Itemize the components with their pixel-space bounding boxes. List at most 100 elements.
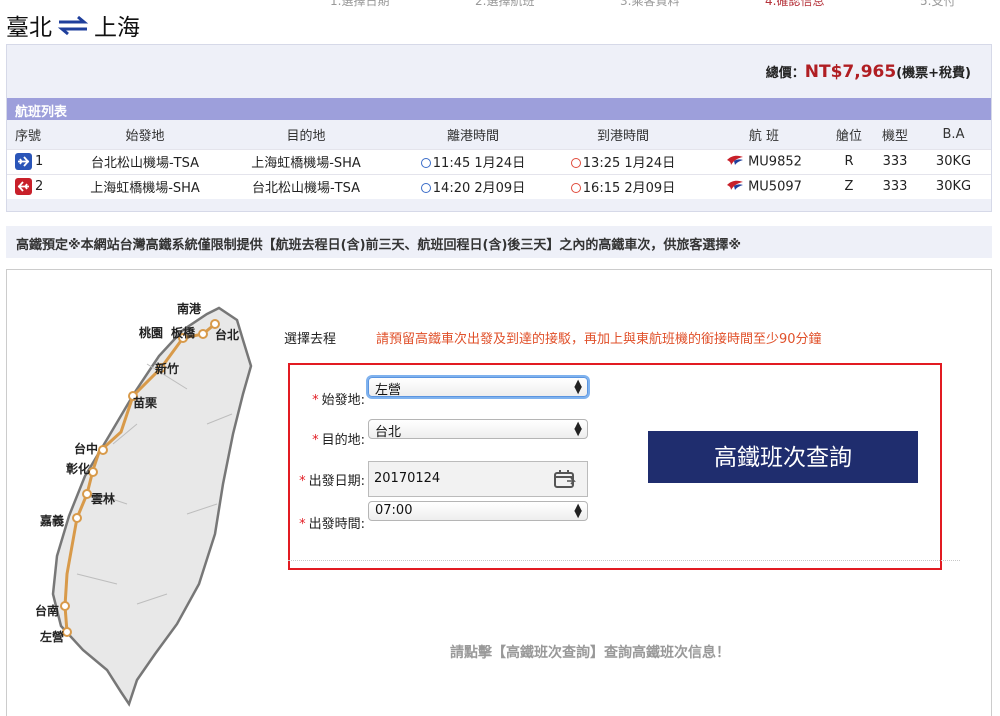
table-row: 1 台北松山機場-TSA 上海虹橋機場-SHA 11:45 1月24日 13:2… (7, 148, 991, 174)
time-select[interactable]: 07:00 ▲ ▼ (368, 501, 588, 521)
total-label: 總價： (765, 66, 805, 81)
flight-cell: MU5097 (704, 173, 824, 199)
station-changhua: 彰化 (66, 462, 91, 476)
dep-time: 14:20 2月09日 (432, 181, 526, 197)
flight-table-header: 序號 始發地 目的地 離港時間 到港時間 航 班 艙位 機型 B.A (7, 120, 991, 149)
total-amount: NT$7,965 (804, 62, 897, 82)
step-1: 1.選擇日期 (330, 0, 390, 8)
hsr-search-form: * 始發地: 左營 ▲ ▼ * 目的地: 台北 ▲ ▼ * 出發日期: 20170124 (288, 363, 942, 570)
arr-cell: 16:15 2月09日 (542, 173, 704, 199)
col-baggage: B.A (916, 120, 991, 149)
taiwan-hsr-map: 南港 台北 桃園 板橋 新竹 苗栗 台中 彰化 雲林 嘉義 台南 左營 (35, 294, 282, 714)
updown-arrows-icon: ▲ ▼ (574, 378, 582, 396)
step-5: 5.支付 (920, 0, 956, 8)
route-to: 上海 (94, 15, 140, 41)
clock-icon (570, 182, 581, 193)
return-plane-icon (15, 178, 32, 196)
col-arr: 到港時間 (542, 120, 704, 149)
station-taoyuan: 桃園 (139, 326, 164, 340)
airline-logo-icon (726, 179, 744, 195)
dep-cell: 14:20 2月09日 (404, 173, 542, 199)
booking-steps: 1.選擇日期 2.選擇航班 3.乘客資料 4.確認信息 5.支付 (330, 0, 990, 8)
station-zuoying: 左營 (40, 630, 65, 644)
seq-cell: 2 (7, 173, 82, 199)
hsr-panel: 南港 台北 桃園 板橋 新竹 苗栗 台中 彰化 雲林 嘉義 台南 左營 選擇去程… (6, 269, 992, 716)
cabin-cell: Z (824, 173, 874, 199)
step-2: 2.選擇航班 (475, 0, 535, 8)
station-nangang: 南港 (177, 302, 202, 316)
flight-cell: MU9852 (704, 148, 824, 174)
route-title: 臺北 上海 (6, 8, 140, 42)
cabin-cell: R (824, 148, 874, 174)
hsr-notice: 高鐵預定※本網站台灣高鐵系統僅限制提供【航班去程日(含)前三天、航班回程日(含)… (6, 226, 992, 258)
total-price: 總價：NT$7,965(機票+稅費) (766, 62, 971, 82)
table-row: 2 上海虹橋機場-SHA 台北松山機場-TSA 14:20 2月09日 16:1… (7, 173, 991, 199)
seq-number: 1 (35, 154, 44, 169)
step-3: 3.乘客資料 (620, 0, 680, 8)
to-cell: 上海虹橋機場-SHA (208, 148, 404, 174)
baggage-cell: 30KG (916, 148, 991, 174)
dep-time: 11:45 1月24日 (432, 156, 526, 171)
airline-logo-icon (726, 154, 744, 170)
origin-select[interactable]: 左營 ▲ ▼ (368, 377, 588, 398)
aircraft-cell: 333 (874, 148, 916, 174)
seq-number: 2 (35, 179, 44, 195)
origin-value: 左營 (375, 383, 402, 398)
dest-value: 台北 (375, 425, 402, 440)
swap-arrows-icon (56, 14, 90, 36)
seq-cell: 1 (7, 148, 82, 174)
col-dep: 離港時間 (404, 120, 542, 149)
station-tainan: 台南 (35, 604, 60, 618)
date-input[interactable]: 20170124 (368, 461, 588, 497)
route-from: 臺北 (6, 15, 52, 41)
updown-arrows-icon: ▲ ▼ (574, 502, 582, 520)
step-4: 4.確認信息 (765, 0, 825, 8)
flight-number: MU9852 (748, 154, 802, 169)
updown-arrows-icon: ▲ ▼ (574, 420, 582, 438)
to-cell: 台北松山機場-TSA (208, 173, 404, 199)
clock-icon (420, 157, 431, 168)
station-hsinchu: 新竹 (155, 362, 180, 376)
col-flight: 航 班 (704, 120, 824, 149)
time-value: 07:00 (375, 503, 413, 518)
flight-number: MU5097 (748, 179, 802, 195)
arr-time: 16:15 2月09日 (582, 181, 676, 197)
col-to: 目的地 (208, 120, 404, 149)
arr-time: 13:25 1月24日 (582, 156, 676, 171)
station-banqiao: 板橋 (171, 326, 196, 340)
time-label: * 出發時間: (299, 517, 365, 532)
station-chiayi: 嘉義 (40, 514, 65, 528)
baggage-cell: 30KG (916, 173, 991, 199)
from-cell: 上海虹橋機場-SHA (82, 173, 208, 199)
flight-table: 序號 始發地 目的地 離港時間 到港時間 航 班 艙位 機型 B.A 1 台北松… (7, 120, 991, 199)
col-from: 始發地 (82, 120, 208, 149)
taiwan-map-shape (51, 306, 253, 707)
from-cell: 台北松山機場-TSA (82, 148, 208, 174)
select-outbound-label: 選擇去程 (284, 332, 337, 347)
dep-cell: 11:45 1月24日 (404, 148, 542, 174)
date-value: 20170124 (374, 471, 441, 486)
query-hint: 請點擊【高鐵班次查詢】查詢高鐵班次信息！ (450, 645, 730, 661)
col-seq: 序號 (7, 120, 82, 149)
col-aircraft: 機型 (874, 120, 916, 149)
origin-label: * 始發地: (312, 393, 365, 408)
divider (288, 560, 960, 561)
hsr-query-button[interactable]: 高鐵班次查詢 (648, 431, 918, 483)
connection-warning: 請預留高鐵車次出發及到達的接駁，再加上與東航班機的銜接時間至少90分鐘 (376, 332, 822, 347)
dest-label: * 目的地: (312, 433, 365, 448)
clock-icon (570, 157, 581, 168)
calendar-icon[interactable] (553, 469, 577, 493)
station-yunlin: 雲林 (91, 492, 116, 506)
station-miaoli: 苗栗 (133, 396, 158, 410)
aircraft-cell: 333 (874, 173, 916, 199)
flight-list-title: 航班列表 (7, 98, 991, 120)
departure-plane-icon (15, 153, 32, 170)
station-taichung: 台中 (74, 442, 99, 456)
total-note: (機票+稅費) (896, 66, 971, 81)
clock-icon (420, 182, 431, 193)
flight-panel: 總價：NT$7,965(機票+稅費) 航班列表 序號 始發地 目的地 離港時間 … (6, 44, 992, 212)
station-taipei: 台北 (215, 328, 240, 342)
date-label: * 出發日期: (299, 474, 365, 489)
dest-select[interactable]: 台北 ▲ ▼ (368, 419, 588, 440)
arr-cell: 13:25 1月24日 (542, 148, 704, 174)
